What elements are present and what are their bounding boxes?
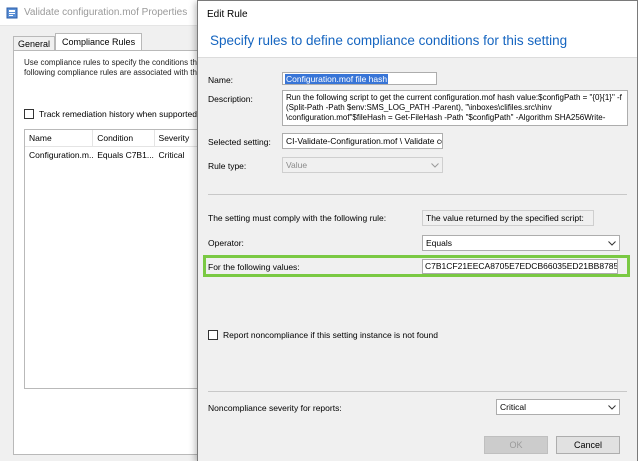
severity-value: Critical xyxy=(500,402,526,412)
values-label: For the following values: xyxy=(208,262,300,272)
list-item[interactable]: Configuration.m... Equals C7B1... Critic… xyxy=(25,147,203,162)
description-field[interactable]: Run the following script to get the curr… xyxy=(282,90,628,126)
properties-tabs: General Compliance Rules xyxy=(13,33,143,50)
section-divider xyxy=(208,194,627,195)
selected-setting-label: Selected setting: xyxy=(208,137,271,147)
page-title: Specify rules to define compliance condi… xyxy=(210,33,568,48)
intro-line-2: following compliance rules are associate… xyxy=(24,68,203,77)
tab-compliance-rules[interactable]: Compliance Rules xyxy=(55,33,143,50)
severity-select[interactable]: Critical xyxy=(496,399,620,415)
description-label: Description: xyxy=(208,94,253,104)
name-field[interactable]: Configuration.mof file hash xyxy=(282,72,437,85)
operator-select[interactable]: Equals xyxy=(422,235,620,251)
selected-setting-field[interactable]: CI-Validate-Configuration.mof \ Validate… xyxy=(282,133,443,149)
compliance-intro-text: Use compliance rules to specify the cond… xyxy=(24,58,204,78)
chevron-down-icon xyxy=(430,161,439,170)
rule-type-select[interactable]: Value xyxy=(282,157,443,173)
properties-titlebar: Validate configuration.mof Properties xyxy=(0,0,199,26)
cancel-button[interactable]: Cancel xyxy=(556,436,620,454)
operator-label: Operator: xyxy=(208,238,244,248)
rule-type-value: Value xyxy=(286,160,308,170)
properties-window-title: Validate configuration.mof Properties xyxy=(24,7,188,18)
list-cell-severity: Critical xyxy=(158,150,185,160)
comply-rule-value: The value returned by the specified scri… xyxy=(422,210,594,226)
severity-label: Noncompliance severity for reports: xyxy=(208,403,342,413)
compliance-rules-list[interactable]: Name Condition Severity Configuration.m.… xyxy=(24,129,204,389)
intro-line-1: Use compliance rules to specify the cond… xyxy=(24,58,202,67)
tab-general[interactable]: General xyxy=(13,36,56,50)
column-header-condition[interactable]: Condition xyxy=(93,130,155,146)
edit-rule-dialog: Edit Rule Specify rules to define compli… xyxy=(197,0,638,461)
compliance-rules-panel: Use compliance rules to specify the cond… xyxy=(13,50,204,455)
name-field-value: Configuration.mof file hash xyxy=(285,74,389,84)
column-header-severity[interactable]: Severity xyxy=(155,130,203,146)
operator-value: Equals xyxy=(426,238,452,248)
rule-type-label: Rule type: xyxy=(208,161,247,171)
list-cell-condition: Equals C7B1... xyxy=(97,150,154,160)
chevron-down-icon xyxy=(607,403,616,412)
report-noncompliance-label: Report noncompliance if this setting ins… xyxy=(223,330,438,340)
properties-window-icon xyxy=(6,7,18,19)
track-remediation-checkbox[interactable] xyxy=(24,109,34,119)
edit-rule-titlebar: Edit Rule xyxy=(207,8,248,20)
report-noncompliance-checkbox[interactable] xyxy=(208,330,218,340)
chevron-down-icon xyxy=(607,239,616,248)
list-header: Name Condition Severity xyxy=(25,130,203,147)
list-cell-name: Configuration.m... xyxy=(29,150,94,160)
column-header-name[interactable]: Name xyxy=(25,130,94,146)
dialog-header: Specify rules to define compliance condi… xyxy=(198,27,637,57)
comply-rule-label: The setting must comply with the followi… xyxy=(208,213,387,223)
report-noncompliance-row[interactable]: Report noncompliance if this setting ins… xyxy=(208,330,438,340)
properties-window: Validate configuration.mof Properties Ge… xyxy=(0,0,204,461)
section-divider-bottom xyxy=(208,391,627,392)
track-remediation-row[interactable]: Track remediation history when supported xyxy=(24,109,197,119)
values-field[interactable]: C7B1CF21EECA8705E7EDCB66035ED21BB87851A9… xyxy=(422,259,618,274)
dialog-body: Name: Configuration.mof file hash Descri… xyxy=(198,57,637,461)
track-remediation-label: Track remediation history when supported xyxy=(39,109,197,119)
ok-button[interactable]: OK xyxy=(484,436,548,454)
name-label: Name: xyxy=(208,75,234,85)
